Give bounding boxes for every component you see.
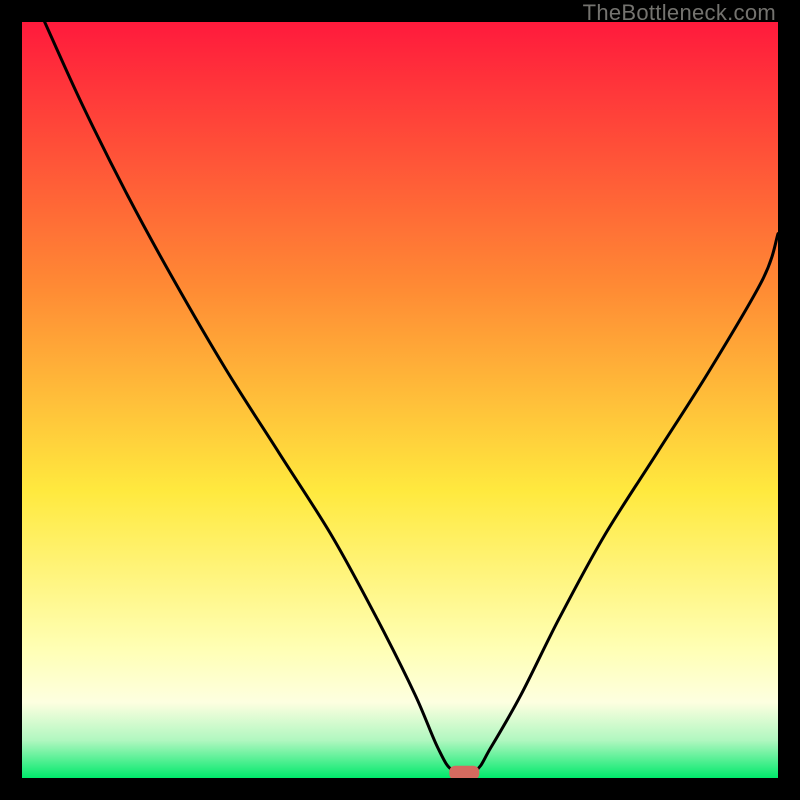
bottleneck-chart (22, 22, 778, 778)
optimal-marker (449, 766, 479, 778)
chart-frame (22, 22, 778, 778)
